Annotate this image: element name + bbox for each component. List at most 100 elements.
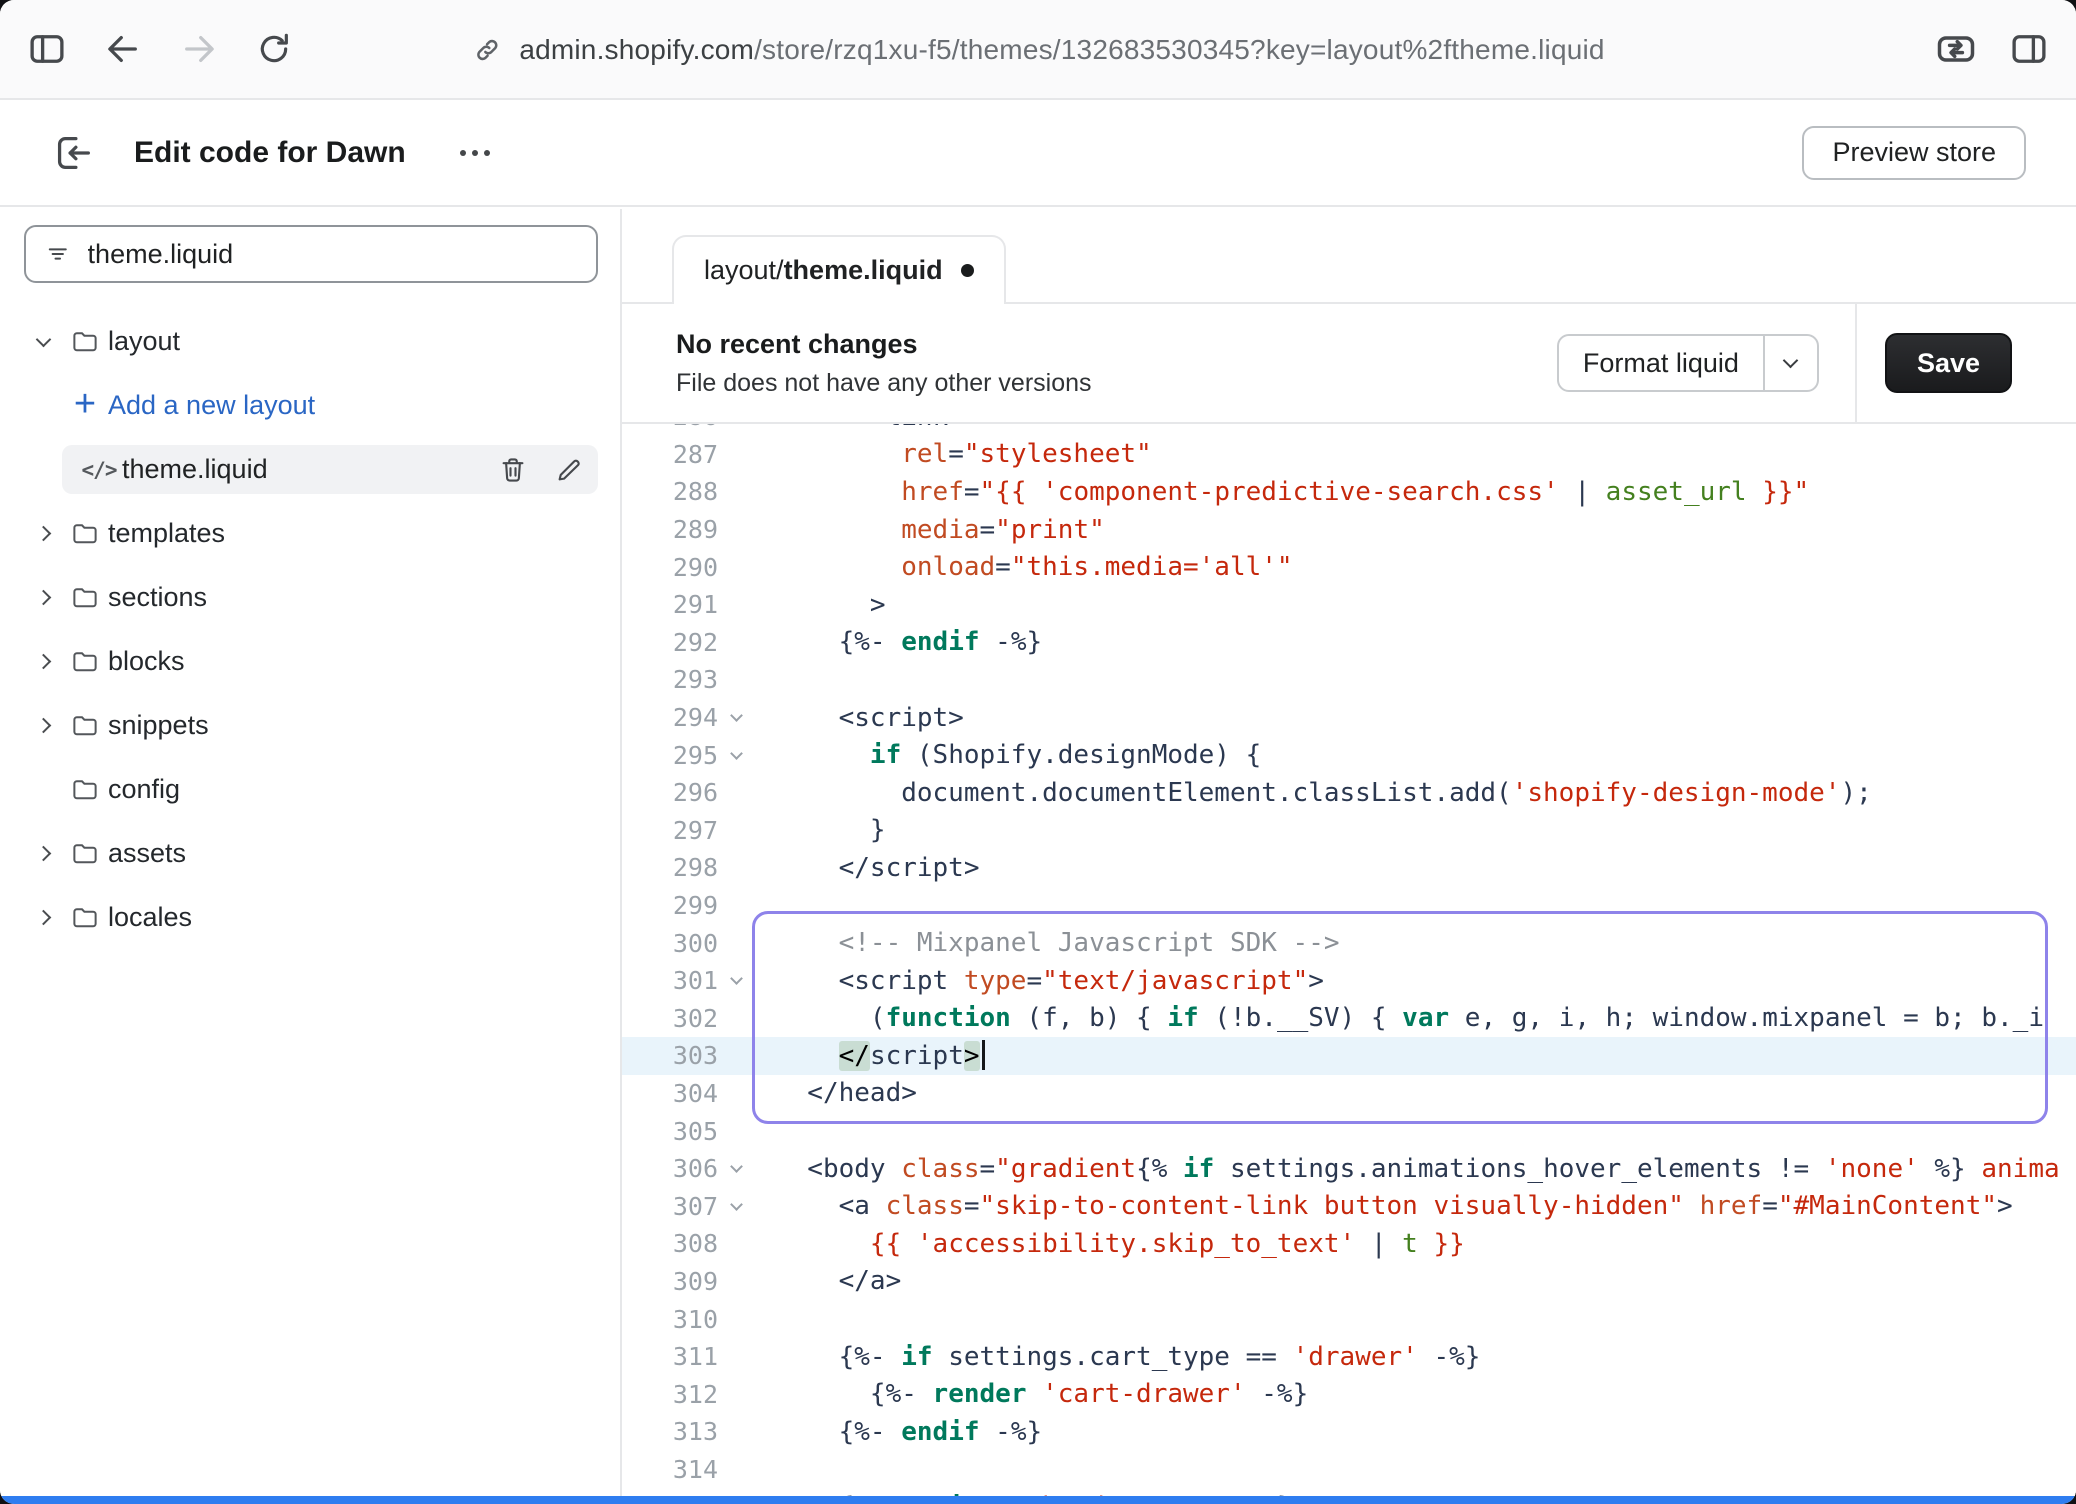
code-text: {%- endif -%} (754, 1417, 1042, 1447)
code-line-306[interactable]: 306 <body class="gradient{% if settings.… (622, 1150, 2076, 1188)
sidebar-item-label: theme.liquid (122, 454, 268, 485)
code-line-292[interactable]: 292 {%- endif -%} (622, 624, 2076, 662)
chevron-right-icon[interactable] (24, 656, 62, 667)
code-line-314[interactable]: 314 (622, 1451, 2076, 1489)
code-line-297[interactable]: 297 } (622, 812, 2076, 850)
sidebar-item-locales[interactable]: locales (24, 893, 598, 942)
code-line-294[interactable]: 294 <script> (622, 699, 2076, 737)
more-actions-button[interactable] (450, 140, 500, 166)
line-number: 314 (622, 1455, 718, 1484)
sidebar-item-theme-liquid[interactable]: </>theme.liquid (62, 445, 598, 494)
chevron-right-icon[interactable] (24, 528, 62, 539)
forward-button[interactable] (178, 28, 220, 70)
chevron-right-icon[interactable] (24, 848, 62, 859)
format-liquid-button[interactable]: Format liquid (1557, 334, 1819, 392)
file-filter-input[interactable] (88, 239, 578, 270)
sidebar-item-sections[interactable]: sections (24, 573, 598, 622)
code-text: {%- endif -%} (754, 627, 1042, 657)
code-line-293[interactable]: 293 (622, 661, 2076, 699)
extensions-icon (1934, 27, 1978, 71)
delete-file-button[interactable] (498, 455, 528, 485)
code-text: <!-- Mixpanel Javascript SDK --> (754, 928, 1340, 958)
split-view-icon (2008, 28, 2050, 70)
sidebar-item-templates[interactable]: templates (24, 509, 598, 558)
tab-label: layout/theme.liquid (704, 255, 943, 286)
code-text: media="print" (754, 515, 1105, 545)
line-number: 313 (622, 1417, 718, 1446)
sidebar-item-label: Add a new layout (108, 390, 315, 421)
code-line-308[interactable]: 308 {{ 'accessibility.skip_to_text' | t … (622, 1225, 2076, 1263)
rename-file-button[interactable] (554, 455, 584, 485)
code-editor[interactable]: 286 <link287 rel="stylesheet"288 href="{… (622, 424, 2076, 1496)
version-status: No recent changes File does not have any… (676, 329, 1092, 398)
folder-icon (70, 647, 100, 677)
code-line-300[interactable]: 300 <!-- Mixpanel Javascript SDK --> (622, 924, 2076, 962)
line-number: 305 (622, 1117, 718, 1146)
line-number: 286 (622, 424, 718, 431)
file-tree: layout +Add a new layout </>theme.liquid te… (24, 317, 598, 942)
back-button[interactable] (102, 28, 144, 70)
code-line-291[interactable]: 291 > (622, 586, 2076, 624)
chevron-right-icon[interactable] (24, 592, 62, 603)
code-line-313[interactable]: 313 {%- endif -%} (622, 1413, 2076, 1451)
code-line-311[interactable]: 311 {%- if settings.cart_type == 'drawer… (622, 1338, 2076, 1376)
exit-editor-button[interactable] (50, 130, 96, 176)
extensions-button[interactable] (1934, 27, 1978, 71)
code-line-296[interactable]: 296 document.documentElement.classList.a… (622, 774, 2076, 812)
code-line-302[interactable]: 302 (function (f, b) { if (!b.__SV) { va… (622, 1000, 2076, 1038)
code-line-312[interactable]: 312 {%- render 'cart-drawer' -%} (622, 1375, 2076, 1413)
fold-toggle-icon[interactable] (718, 753, 754, 758)
code-line-286[interactable]: 286 <link (622, 424, 2076, 436)
code-line-299[interactable]: 299 (622, 887, 2076, 925)
fold-toggle-icon[interactable] (718, 1204, 754, 1209)
code-line-295[interactable]: 295 if (Shopify.designMode) { (622, 736, 2076, 774)
reload-button[interactable] (254, 29, 294, 69)
code-text: <body class="gradient{% if settings.anim… (754, 1154, 2060, 1184)
code-line-304[interactable]: 304 </head> (622, 1075, 2076, 1113)
code-line-307[interactable]: 307 <a class="skip-to-content-link butto… (622, 1187, 2076, 1225)
address-bar[interactable]: admin.shopify.com/store/rzq1xu-f5/themes… (471, 0, 1604, 100)
line-number: 295 (622, 741, 718, 770)
sidebar-item-blocks[interactable]: blocks (24, 637, 598, 686)
sidebar-item-assets[interactable]: assets (24, 829, 598, 878)
file-filter-box[interactable] (24, 225, 598, 283)
split-view-button[interactable] (2008, 28, 2050, 70)
sidebar-item-snippets[interactable]: snippets (24, 701, 598, 750)
code-line-288[interactable]: 288 href="{{ 'component-predictive-searc… (622, 473, 2076, 511)
back-arrow-icon (102, 28, 144, 70)
chevron-right-icon[interactable] (24, 720, 62, 731)
code-line-315[interactable]: 315 {% sections 'header-group' %} (622, 1488, 2076, 1496)
code-line-287[interactable]: 287 rel="stylesheet" (622, 436, 2076, 474)
save-button[interactable]: Save (1885, 333, 2012, 393)
editor-tabbar: layout/theme.liquid (622, 209, 2076, 304)
format-liquid-dropdown[interactable] (1763, 336, 1817, 390)
code-line-310[interactable]: 310 (622, 1300, 2076, 1338)
code-line-289[interactable]: 289 media="print" (622, 511, 2076, 549)
app-header: Edit code for Dawn Preview store (0, 100, 2076, 207)
code-text: {%- if settings.cart_type == 'drawer' -%… (754, 1342, 1480, 1372)
preview-store-button[interactable]: Preview store (1802, 126, 2026, 180)
code-text: <a class="skip-to-content-link button vi… (754, 1191, 2013, 1221)
code-line-298[interactable]: 298 </script> (622, 849, 2076, 887)
chevron-down-icon[interactable] (24, 338, 62, 345)
line-number: 302 (622, 1004, 718, 1033)
fold-toggle-icon[interactable] (718, 715, 754, 720)
code-line-303[interactable]: 303 </script> (622, 1037, 2076, 1075)
code-line-305[interactable]: 305 (622, 1112, 2076, 1150)
tab-theme-liquid[interactable]: layout/theme.liquid (672, 235, 1006, 304)
dot-icon (460, 150, 466, 156)
line-number: 289 (622, 515, 718, 544)
fold-toggle-icon[interactable] (718, 1166, 754, 1171)
sidebar-item-label: locales (108, 902, 192, 933)
code-text: </head> (754, 1078, 917, 1108)
sidebar-item-layout[interactable]: layout (24, 317, 598, 366)
toolbar-divider (1855, 304, 1857, 422)
code-line-309[interactable]: 309 </a> (622, 1263, 2076, 1301)
sidebar-toggle-button[interactable] (26, 28, 68, 70)
sidebar-item-add-a-new-layout[interactable]: +Add a new layout (24, 381, 598, 430)
code-line-301[interactable]: 301 <script type="text/javascript"> (622, 962, 2076, 1000)
fold-toggle-icon[interactable] (718, 978, 754, 983)
sidebar-item-config[interactable]: config (24, 765, 598, 814)
code-line-290[interactable]: 290 onload="this.media='all'" (622, 548, 2076, 586)
chevron-right-icon[interactable] (24, 912, 62, 923)
